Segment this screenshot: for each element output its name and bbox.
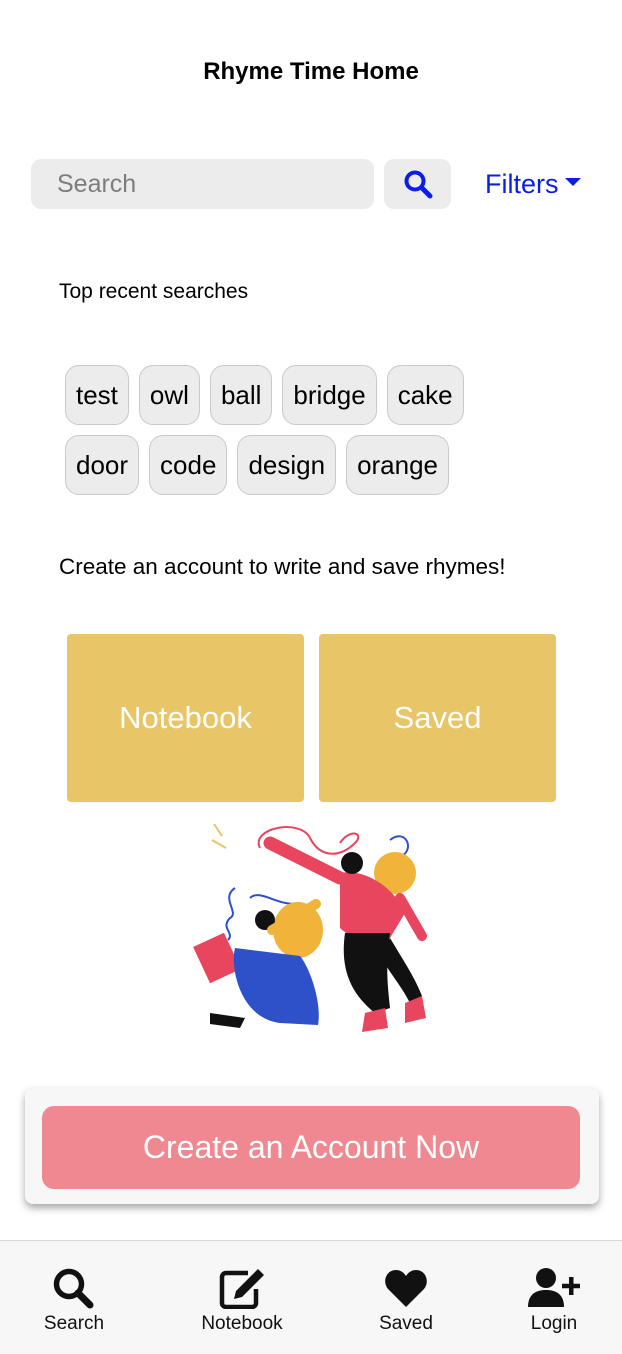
search-input[interactable] [31,159,374,209]
nav-label-login: Login [530,1313,578,1334]
search-icon [53,1268,94,1309]
create-account-banner: Create an Account Now [25,1088,599,1204]
nav-item-search[interactable]: Search [14,1267,134,1335]
search-button[interactable] [384,159,451,209]
saved-tile-label: Saved [393,700,482,735]
nav-item-login[interactable]: Login [494,1267,614,1335]
recent-searches-heading: Top recent searches [59,280,249,303]
nav-item-notebook[interactable]: Notebook [182,1267,302,1335]
nav-label-saved: Saved [379,1313,433,1334]
search-icon [404,170,432,199]
create-account-button[interactable]: Create an Account Now [42,1106,580,1189]
recent-search-chip[interactable]: cake [386,365,464,425]
page-title: Rhyme Time Home [203,58,419,85]
recent-search-chip[interactable]: bridge [282,365,377,425]
nav-label-search: Search [43,1313,105,1334]
recent-search-chip[interactable]: design [237,435,337,495]
notebook-tile-label: Notebook [119,700,252,735]
create-account-label: Create an Account Now [142,1129,480,1165]
recent-search-chip[interactable]: code [149,435,228,495]
user-plus-icon [528,1268,580,1307]
notebook-tile[interactable]: Notebook [67,634,304,802]
caret-down-icon [564,178,581,186]
account-prompt: Create an account to write and save rhym… [59,554,506,579]
heart-icon [385,1270,427,1307]
edit-icon [219,1269,264,1309]
filters-label: Filters [485,168,559,199]
saved-tile[interactable]: Saved [319,634,556,802]
recent-searches-list: test owl ball bridge cake door code desi… [65,365,505,495]
recent-search-chip[interactable]: door [65,435,140,495]
recent-search-chip[interactable]: test [65,365,129,425]
recent-search-chip[interactable]: ball [209,365,273,425]
nav-label-notebook: Notebook [201,1313,283,1334]
recent-search-chip[interactable]: orange [346,435,450,495]
recent-search-chip[interactable]: owl [138,365,200,425]
bottom-navigation: Search Notebook Saved Login [0,1240,622,1354]
filters-dropdown[interactable]: Filters [485,164,581,204]
search-bar: Filters [31,159,591,209]
app-screen: Rhyme Time Home Filters Top recent searc… [0,0,622,1354]
people-drawing-illustration [193,823,427,1032]
nav-item-saved[interactable]: Saved [346,1267,466,1335]
